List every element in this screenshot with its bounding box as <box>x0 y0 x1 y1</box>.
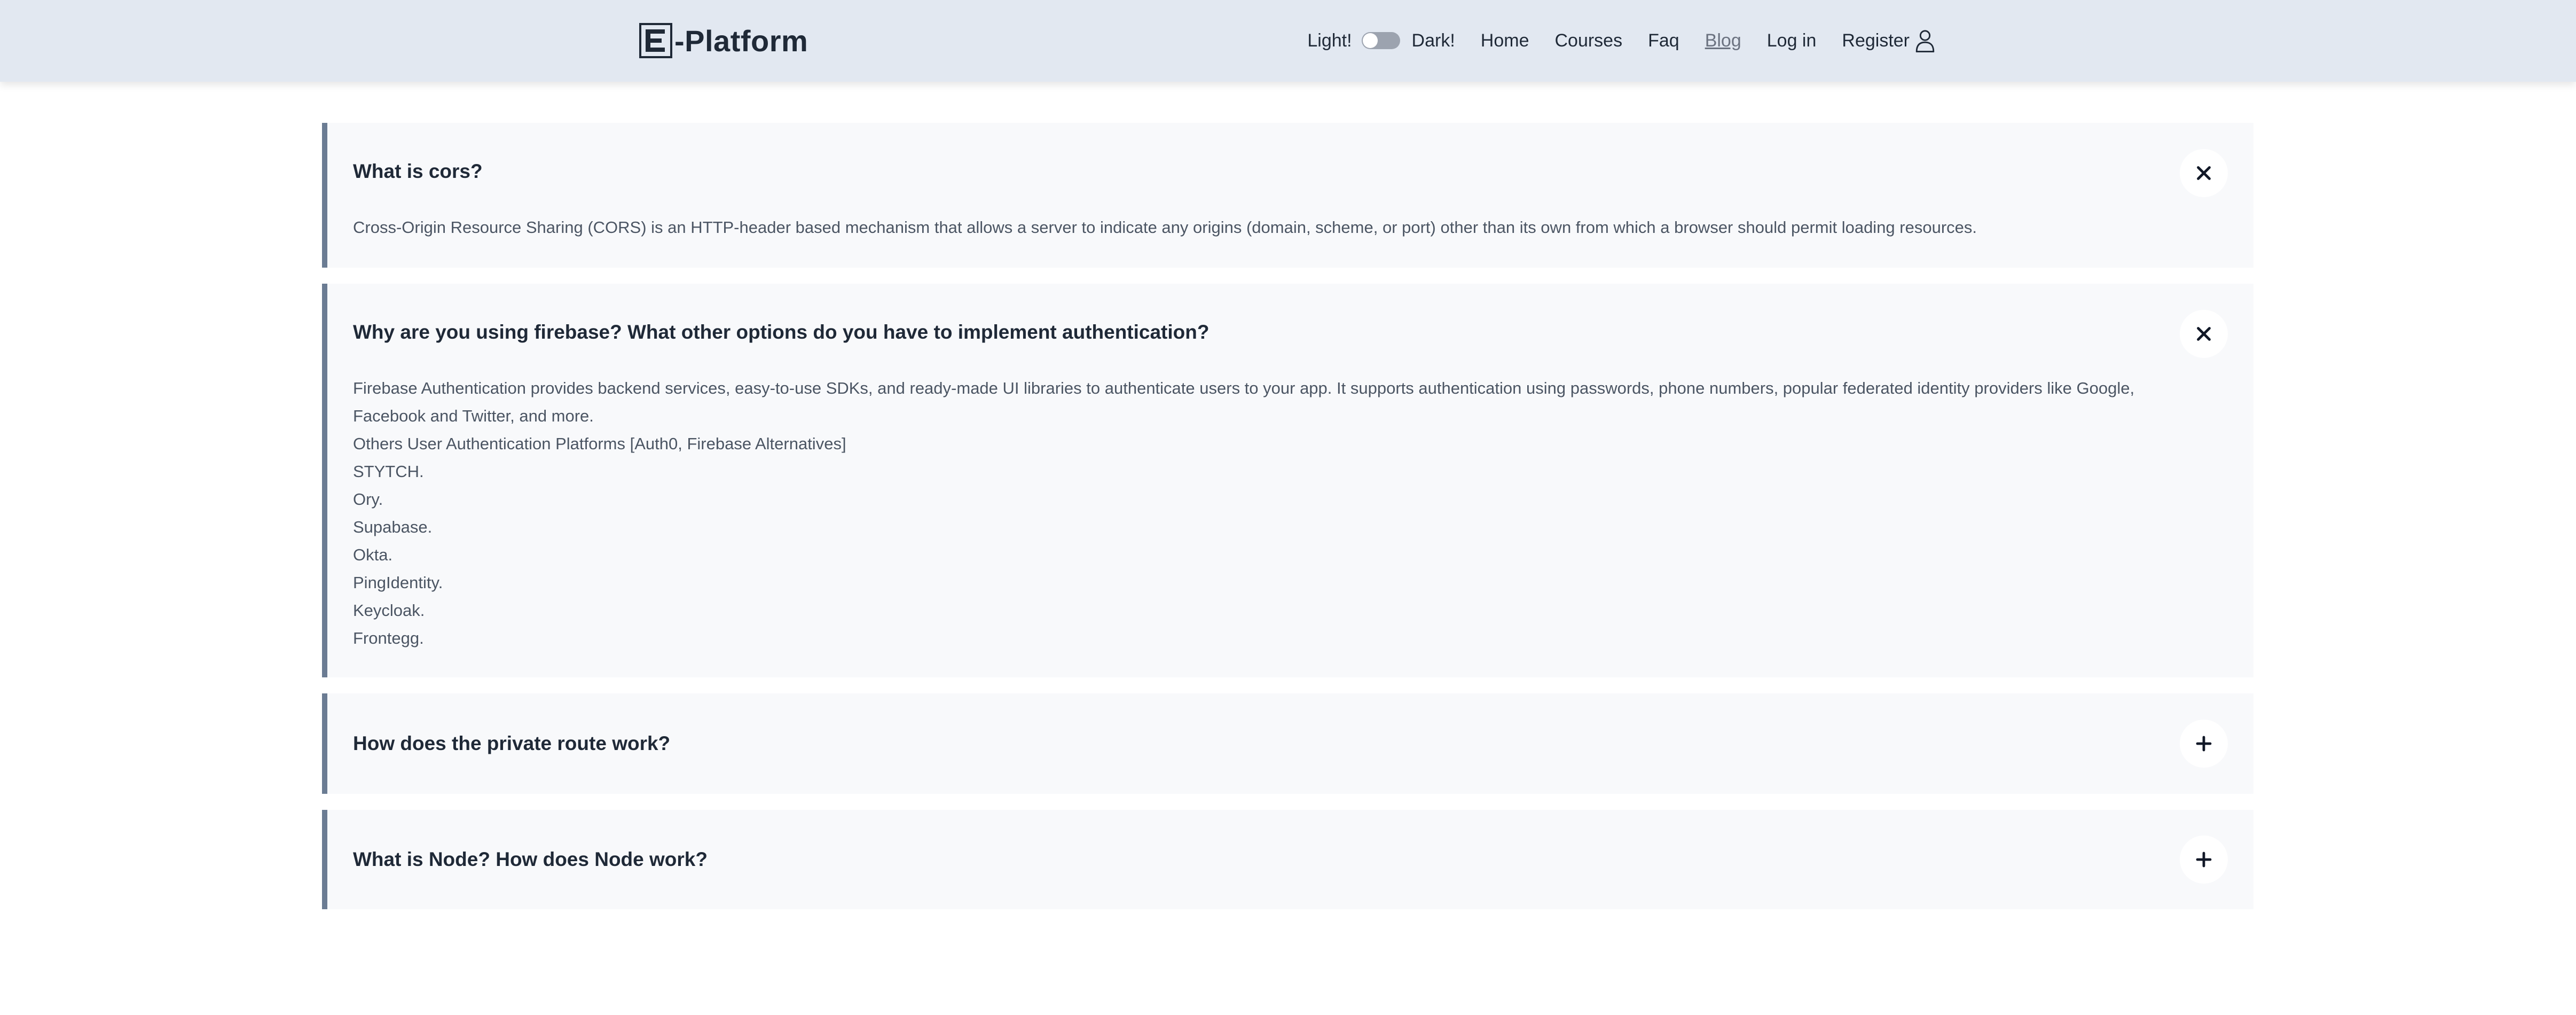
answer-line: Supabase. <box>353 518 433 536</box>
nav-link-home[interactable]: Home <box>1481 30 1529 51</box>
faq-question[interactable]: What is Node? How does Node work? <box>353 848 708 871</box>
faq-item: Why are you using firebase? What other o… <box>322 284 2253 677</box>
nav-link-courses[interactable]: Courses <box>1554 30 1622 51</box>
close-icon <box>2197 166 2211 180</box>
user-icon[interactable] <box>1915 28 1935 53</box>
collapse-button[interactable] <box>2180 149 2228 197</box>
faq-question[interactable]: Why are you using firebase? What other o… <box>353 321 1209 343</box>
light-label: Light! <box>1307 30 1352 51</box>
faq-item: What is cors? Cross-Origin Resource Shar… <box>322 123 2253 268</box>
expand-button[interactable] <box>2180 720 2228 768</box>
nav-link-login[interactable]: Log in <box>1767 30 1817 51</box>
answer-line: STYTCH. <box>353 462 424 481</box>
faq-item: How does the private route work? <box>322 693 2253 794</box>
answer-line: Ory. <box>353 490 383 509</box>
nav-link-faq[interactable]: Faq <box>1648 30 1679 51</box>
faq-item: What is Node? How does Node work? <box>322 810 2253 909</box>
answer-line: PingIdentity. <box>353 573 443 592</box>
faq-answer: Cross-Origin Resource Sharing (CORS) is … <box>353 214 2189 241</box>
brand-name: -Platform <box>674 24 808 58</box>
navbar: -Platform Light! Dark! Home Courses Faq … <box>0 0 2576 82</box>
plus-icon <box>2196 736 2212 752</box>
e-box-logo-icon <box>639 23 672 58</box>
answer-line: Firebase Authentication provides backend… <box>353 379 2135 425</box>
faq-question[interactable]: What is cors? <box>353 160 483 183</box>
faq-question[interactable]: How does the private route work? <box>353 732 670 755</box>
nav-menu: Light! Dark! Home Courses Faq Blog Log i… <box>1307 21 1935 60</box>
answer-line: Frontegg. <box>353 629 424 647</box>
answer-line: Cross-Origin Resource Sharing (CORS) is … <box>353 218 1977 237</box>
expand-button[interactable] <box>2180 836 2228 884</box>
close-icon <box>2197 327 2211 341</box>
answer-line: Keycloak. <box>353 601 425 620</box>
answer-line: Others User Authentication Platforms [Au… <box>353 434 846 453</box>
plus-icon <box>2196 852 2212 868</box>
dark-label: Dark! <box>1411 30 1455 51</box>
nav-link-register[interactable]: Register <box>1842 30 1910 51</box>
collapse-button[interactable] <box>2180 310 2228 358</box>
toggle-knob <box>1362 33 1378 48</box>
faq-answer: Firebase Authentication provides backend… <box>353 374 2189 652</box>
nav-link-blog[interactable]: Blog <box>1705 30 1741 51</box>
answer-line: Okta. <box>353 545 393 564</box>
theme-toggle[interactable] <box>1361 32 1400 49</box>
brand-logo[interactable]: -Platform <box>639 21 808 60</box>
